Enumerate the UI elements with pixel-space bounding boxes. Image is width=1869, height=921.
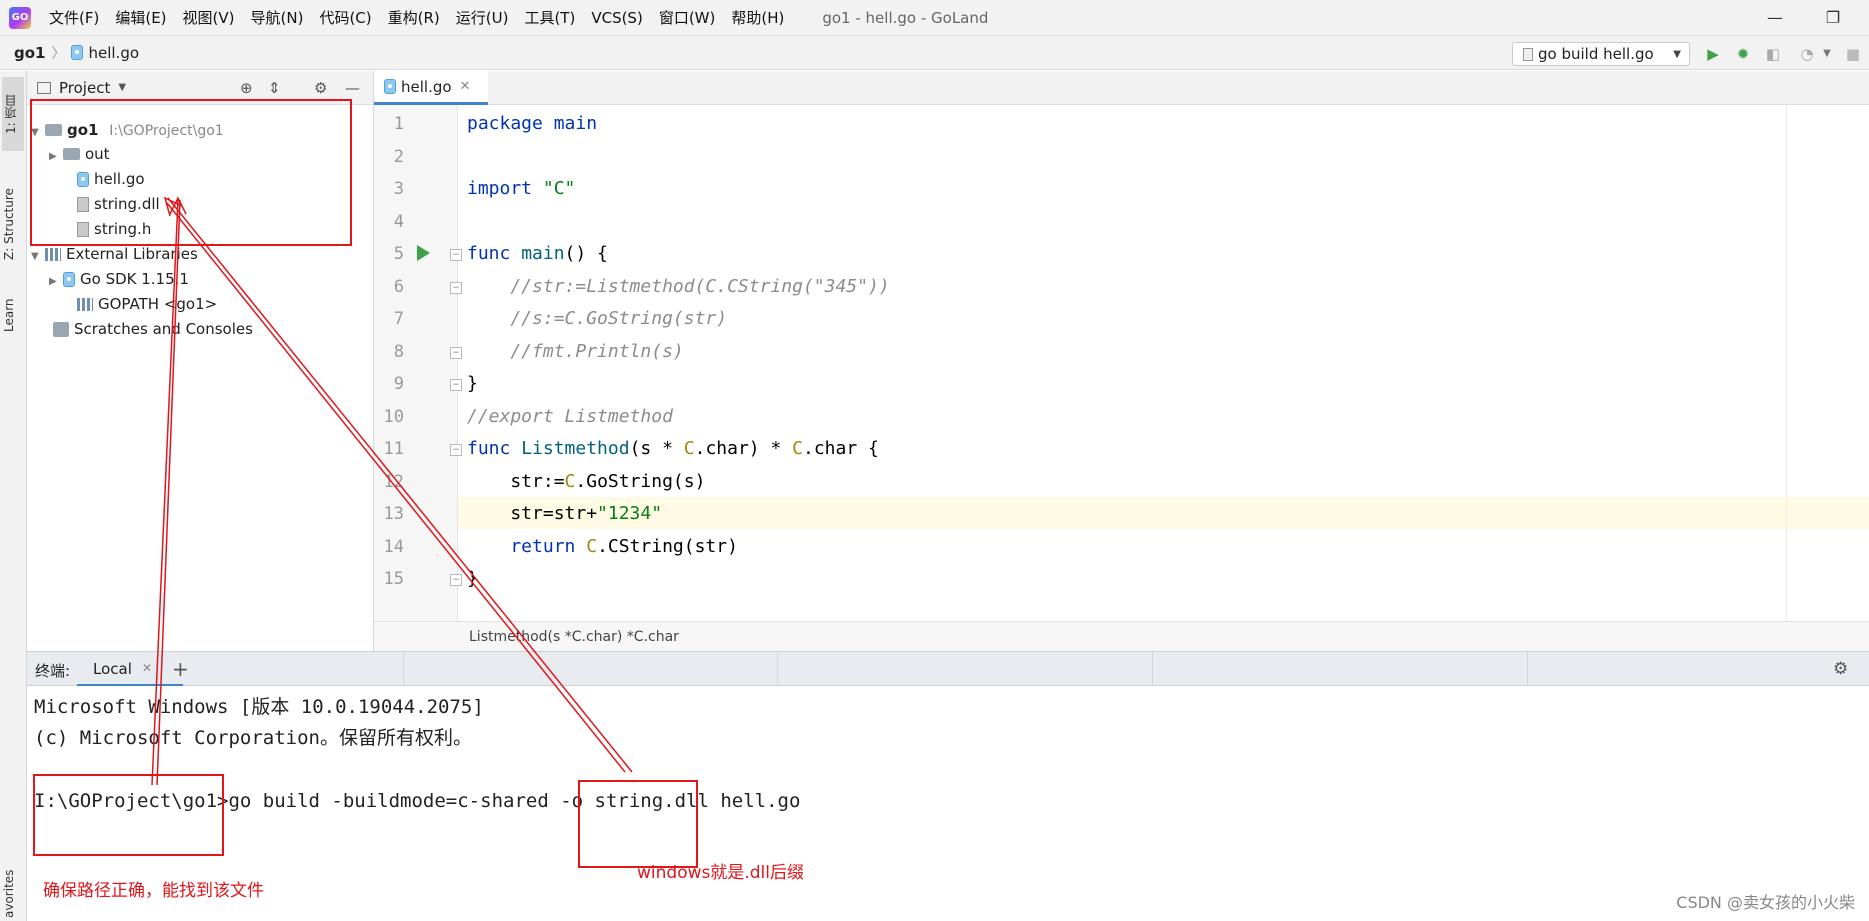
annotation-note-dll: windows就是.dll后缀 — [637, 863, 804, 883]
arrow-to-dll-4 — [167, 197, 633, 773]
annotation-note-path: 确保路径正确，能找到该文件 — [43, 881, 264, 901]
arrow-to-dll-1 — [151, 199, 179, 786]
watermark: CSDN @卖女孩的小火柴 — [1676, 893, 1855, 912]
arrow-to-dll-2 — [156, 199, 181, 786]
arrow-to-dll-3 — [166, 202, 626, 773]
annotation-arrows — [151, 196, 633, 786]
